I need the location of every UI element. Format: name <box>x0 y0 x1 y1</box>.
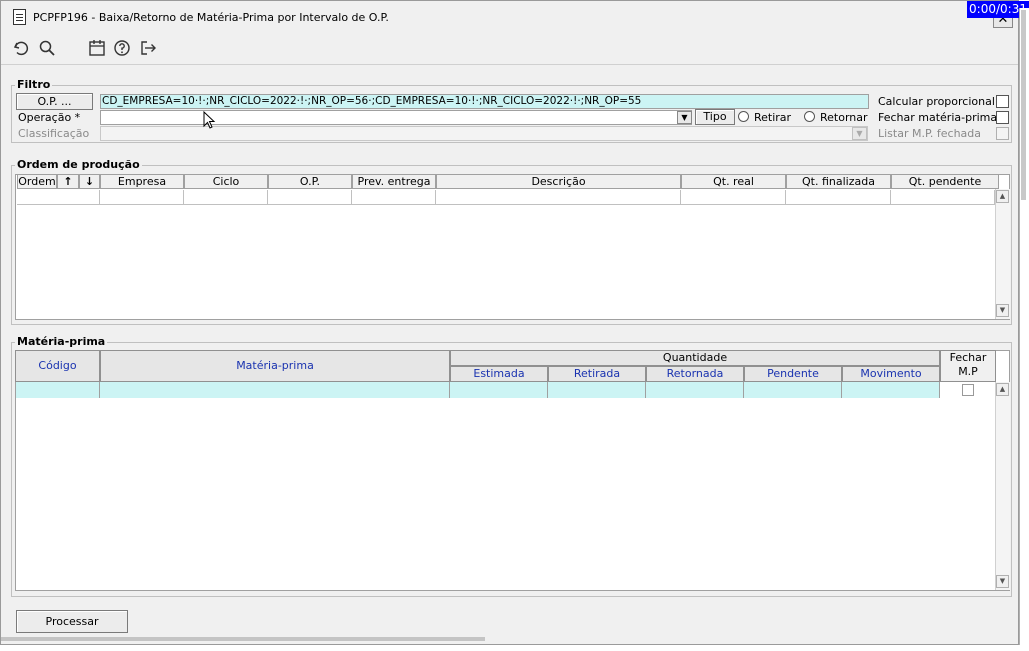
col-quantidade: Quantidade <box>450 350 940 366</box>
col-codigo[interactable]: Código <box>15 350 100 382</box>
calcular-label: Calcular proporcional <box>878 95 995 108</box>
horizontal-scroll-strip <box>1 637 485 641</box>
col-retirada[interactable]: Retirada <box>548 366 646 382</box>
radio-retirar-label: Retirar <box>754 111 792 124</box>
ordem-cell[interactable] <box>786 190 891 205</box>
fechar-checkbox[interactable] <box>996 111 1009 124</box>
materia-scrollbar[interactable] <box>995 382 1010 590</box>
ordem-cell[interactable] <box>352 190 436 205</box>
calcular-checkbox[interactable] <box>996 95 1009 108</box>
window-title: PCPFP196 - Baixa/Retorno de Matéria-Prim… <box>33 11 389 24</box>
filtro-legend: Filtro <box>15 78 53 91</box>
col-op[interactable]: O.P. <box>268 174 352 189</box>
col-empresa[interactable]: Empresa <box>100 174 184 189</box>
fechar-label: Fechar matéria-prima <box>878 111 998 124</box>
ordem-cell[interactable] <box>100 190 184 205</box>
sort-down-icon[interactable]: ↓ <box>79 174 100 189</box>
col-descricao[interactable]: Descrição <box>436 174 681 189</box>
operacao-select[interactable] <box>100 110 692 125</box>
scroll-down-icon[interactable]: ▼ <box>996 304 1009 317</box>
undo-icon[interactable] <box>12 39 30 57</box>
operacao-dropdown-icon[interactable]: ▼ <box>677 111 692 124</box>
materia-cell[interactable] <box>744 382 842 398</box>
col-fechar-label-2: M.P <box>958 365 978 378</box>
tipo-button: Tipo <box>695 109 735 125</box>
document-icon <box>13 9 26 25</box>
scroll-up-icon[interactable]: ▲ <box>996 383 1009 396</box>
help-icon[interactable] <box>113 39 131 57</box>
classificacao-label: Classificação <box>18 127 90 140</box>
ordem-cell[interactable] <box>17 190 100 205</box>
col-estimada[interactable]: Estimada <box>450 366 548 382</box>
mouse-cursor-icon <box>203 110 217 131</box>
col-movimento[interactable]: Movimento <box>842 366 940 382</box>
col-fechar-label: Fechar <box>949 351 987 364</box>
col-prev-entrega[interactable]: Prev. entrega <box>352 174 436 189</box>
materia-cell[interactable] <box>646 382 744 398</box>
scroll-down-icon[interactable]: ▼ <box>996 575 1009 588</box>
ordem-cell[interactable] <box>268 190 352 205</box>
col-qt-pendente[interactable]: Qt. pendente <box>891 174 999 189</box>
sort-up-icon[interactable]: ↑ <box>57 174 79 189</box>
calendar-icon[interactable] <box>88 39 106 57</box>
ordem-cell[interactable] <box>891 190 995 205</box>
listar-checkbox <box>996 127 1009 140</box>
op-button[interactable]: O.P. ... <box>16 93 93 110</box>
col-qt-real[interactable]: Qt. real <box>681 174 786 189</box>
scroll-up-icon[interactable]: ▲ <box>996 190 1009 203</box>
materia-cell[interactable] <box>842 382 940 398</box>
col-ciclo[interactable]: Ciclo <box>184 174 268 189</box>
materia-cell[interactable] <box>16 382 100 398</box>
materia-cell[interactable] <box>548 382 646 398</box>
col-retornada[interactable]: Retornada <box>646 366 744 382</box>
processar-button[interactable]: Processar <box>16 610 128 633</box>
fechar-mp-checkbox[interactable] <box>962 384 974 396</box>
exit-icon[interactable] <box>139 39 157 57</box>
operacao-label: Operação * <box>18 111 81 124</box>
classificacao-dropdown-icon: ▼ <box>852 127 867 140</box>
search-icon[interactable] <box>38 39 56 57</box>
radio-retirar[interactable] <box>738 111 749 122</box>
ordem-scrollbar[interactable] <box>995 189 1010 319</box>
col-pendente[interactable]: Pendente <box>744 366 842 382</box>
materia-cell[interactable] <box>100 382 450 398</box>
listar-label: Listar M.P. fechada <box>878 127 982 140</box>
materia-cell[interactable] <box>450 382 548 398</box>
ordem-cell[interactable] <box>436 190 681 205</box>
radio-retornar[interactable] <box>804 111 815 122</box>
materia-legend: Matéria-prima <box>15 335 108 348</box>
ordem-legend: Ordem de produção <box>15 158 142 171</box>
radio-retornar-label: Retornar <box>820 111 868 124</box>
toolbar-separator <box>1 64 1018 65</box>
col-materia-prima[interactable]: Matéria-prima <box>100 350 450 382</box>
ordem-cell[interactable] <box>184 190 268 205</box>
right-scroll-thumb[interactable] <box>1021 10 1026 200</box>
col-fechar-mp[interactable]: Fechar M.P <box>940 350 996 382</box>
col-ordem[interactable]: Ordem <box>17 174 57 189</box>
col-qt-finalizada[interactable]: Qt. finalizada <box>786 174 891 189</box>
ordem-cell[interactable] <box>681 190 786 205</box>
op-field[interactable]: CD_EMPRESA=10·!·;NR_CICLO=2022·!·;NR_OP=… <box>100 94 869 109</box>
